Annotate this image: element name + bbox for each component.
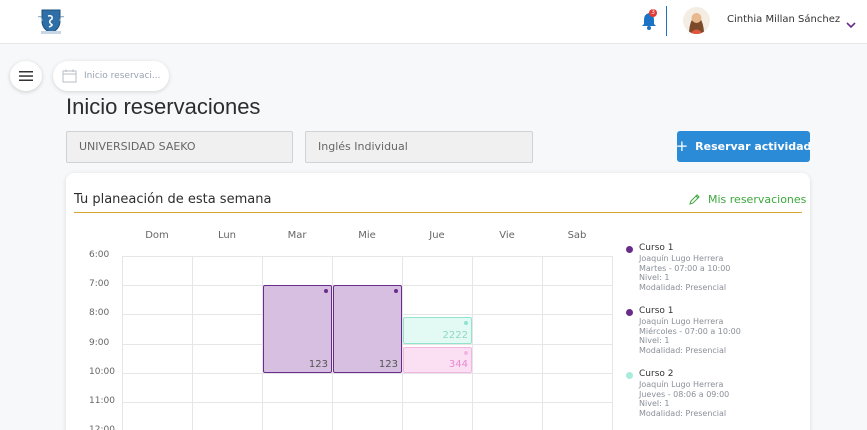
breadcrumb-label: Inicio reservaci... [84, 71, 161, 81]
course-schedule: Martes - 07:00 a 10:00 [639, 263, 731, 273]
course-schedule: Miércoles - 07:00 a 10:00 [639, 326, 741, 336]
hour-label: 7:00 [89, 279, 110, 290]
reserve-activity-button[interactable]: + Reservar actividad [675, 131, 812, 162]
day-header: Lun [217, 230, 237, 241]
plus-icon: + [675, 137, 689, 155]
course-modality: Modalidad: Presencial [639, 408, 727, 418]
course-level: Nivel: 1 [639, 336, 670, 345]
hour-label: 6:00 [89, 250, 110, 260]
calendar-icon [62, 69, 77, 83]
event-indicator-dot [394, 289, 398, 294]
day-header: Mar [287, 230, 307, 241]
my-reservations-label: Mis reservaciones [708, 193, 807, 206]
day-header: Vie [499, 230, 515, 241]
course-name: Curso 1 [639, 243, 674, 253]
chevron-down-icon[interactable] [845, 15, 857, 29]
weekly-planner-card: Tu planeación de esta semana Mis reserva… [66, 173, 810, 430]
event-label: 344 [448, 358, 468, 370]
top-bar: 3 Cinthia Millan Sánchez [0, 0, 867, 44]
calendar-event[interactable]: 123 [263, 285, 332, 373]
event-indicator-dot [464, 350, 468, 355]
event-indicator-dot [324, 289, 328, 294]
pencil-icon [689, 194, 700, 205]
calendar-event[interactable]: 344 [403, 346, 472, 373]
course-schedule: Jueves - 08:06 a 09:00 [639, 389, 730, 399]
reserve-activity-label: Reservar actividad [695, 140, 812, 153]
menu-button[interactable] [10, 61, 42, 91]
course-teacher: Joaquín Lugo Herrera [639, 254, 724, 263]
course-color-dot [626, 372, 633, 379]
course-color-dot [626, 309, 633, 316]
course-name: Curso 2 [639, 369, 674, 379]
calendar-event[interactable]: 123 [333, 285, 402, 373]
course-name: Curso 1 [639, 306, 674, 316]
day-header: Mie [358, 230, 376, 241]
hour-label: 8:00 [89, 308, 110, 319]
course-modality: Modalidad: Presencial [639, 345, 727, 355]
university-select[interactable]: UNIVERSIDAD SAEKO [66, 131, 293, 163]
page-title: Inicio reservaciones [66, 94, 261, 119]
university-logo-icon[interactable] [36, 7, 66, 35]
grid-row-line [122, 372, 612, 374]
grid-column-line [612, 256, 613, 430]
grid-row-line [122, 256, 612, 257]
planner-title: Tu planeación de esta semana [74, 192, 272, 207]
calendar-event[interactable]: 2222 [403, 317, 472, 344]
hamburger-icon [19, 71, 33, 81]
notification-badge: 3 [649, 9, 657, 17]
title-divider [74, 212, 802, 213]
avatar[interactable] [683, 7, 710, 34]
course-teacher: Joaquín Lugo Herrera [639, 317, 724, 326]
hour-label: 12:00 [89, 425, 115, 430]
grid-row-line [122, 402, 612, 403]
event-label: 123 [308, 358, 328, 370]
hour-label: 11:00 [89, 396, 115, 406]
course-teacher: Joaquín Lugo Herrera [639, 380, 724, 389]
course-modality: Modalidad: Presencial [639, 282, 727, 292]
course-color-dot [626, 246, 633, 253]
program-select[interactable]: Inglés Individual [305, 131, 533, 163]
event-label: 2222 [442, 329, 468, 341]
user-name[interactable]: Cinthia Millan Sánchez [727, 14, 840, 25]
hour-label: 10:00 [89, 366, 115, 377]
my-reservations-link[interactable]: Mis reservaciones [688, 193, 806, 206]
header-divider [666, 6, 667, 36]
day-header: Jue [429, 230, 445, 241]
course-level: Nivel: 1 [639, 399, 670, 408]
event-indicator-dot [464, 321, 468, 326]
hour-label: 9:00 [89, 337, 110, 348]
day-header: Dom [145, 230, 169, 241]
calendar-grid: 123 123 2222 344 [122, 256, 613, 430]
breadcrumb[interactable]: Inicio reservaci... [53, 61, 169, 91]
course-level: Nivel: 1 [639, 273, 670, 282]
day-header: Sab [567, 230, 587, 241]
event-label: 123 [378, 358, 398, 370]
